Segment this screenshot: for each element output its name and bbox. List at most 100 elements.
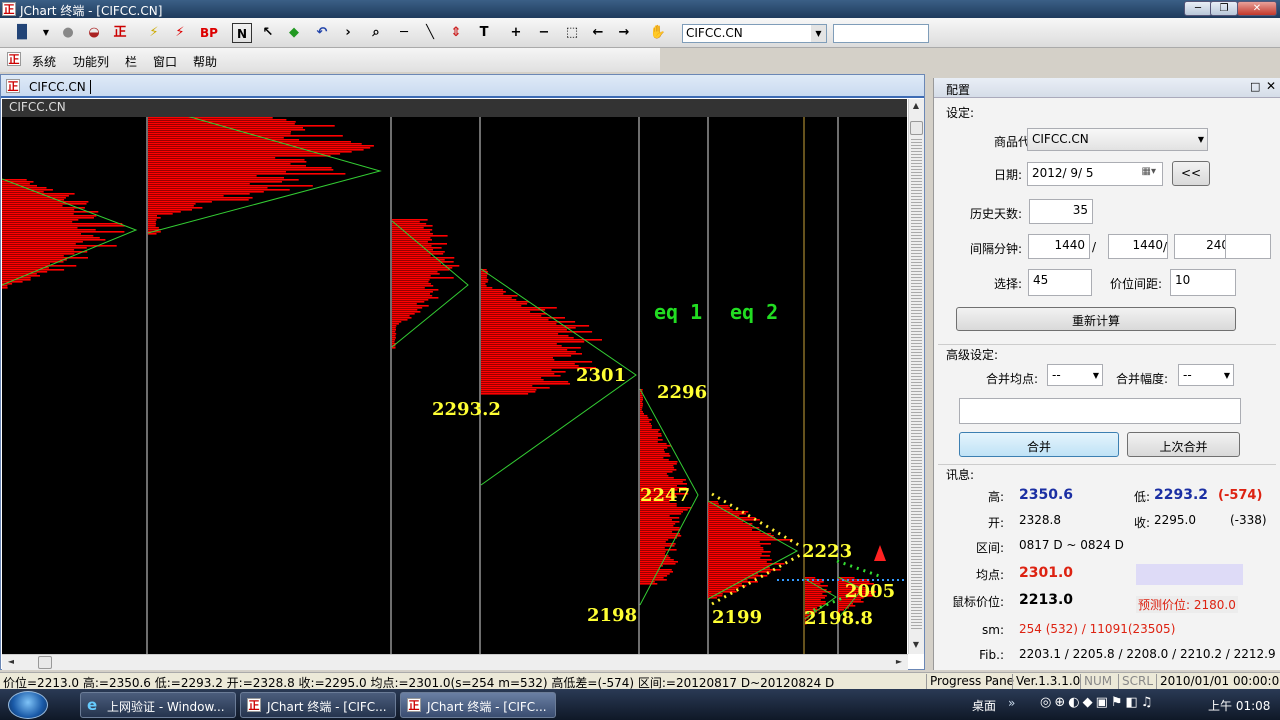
profile-bar bbox=[148, 141, 351, 143]
profile-bar bbox=[148, 227, 159, 229]
profile-bar bbox=[805, 595, 827, 597]
scroll-down-icon[interactable]: ▼ bbox=[909, 638, 923, 652]
desktop-toolbar[interactable]: 桌面 bbox=[972, 697, 996, 714]
plus-icon[interactable]: + bbox=[506, 23, 526, 43]
profile-bar bbox=[481, 363, 575, 365]
horizontal-scroll-thumb[interactable] bbox=[38, 656, 52, 669]
close-value: 2295.0 bbox=[1154, 513, 1196, 527]
menu-system[interactable]: 系统 bbox=[32, 53, 56, 70]
menu-help[interactable]: 帮助 bbox=[193, 53, 217, 70]
menu-bar-item[interactable]: 栏 bbox=[125, 53, 137, 70]
close-button[interactable]: ✕ bbox=[1237, 1, 1277, 16]
next-icon[interactable]: › bbox=[338, 23, 358, 43]
text-tool-icon[interactable]: T bbox=[474, 23, 494, 43]
spacing-input[interactable]: 10 bbox=[1170, 269, 1236, 296]
date-back-button[interactable]: << bbox=[1172, 161, 1210, 186]
status-datetime: 2010/01/01 00:00:00 bbox=[1156, 674, 1280, 689]
profile-bar bbox=[392, 233, 433, 235]
arrow-updown-icon[interactable]: ⇕ bbox=[446, 23, 466, 43]
task-jchart-2[interactable]: 正 JChart 终端 - [CIFC... bbox=[400, 692, 556, 718]
profile-bar bbox=[481, 321, 576, 323]
profile-bar bbox=[392, 277, 454, 279]
profile-bar bbox=[708, 557, 761, 559]
hline-icon[interactable]: ─ bbox=[394, 23, 414, 43]
menu-window[interactable]: 窗口 bbox=[153, 53, 177, 70]
profile-bar bbox=[148, 161, 307, 163]
panel-close-icon[interactable]: ✕ bbox=[1266, 79, 1276, 93]
vertical-scroll-thumb[interactable] bbox=[910, 121, 923, 135]
helmet-icon[interactable]: ◒ bbox=[84, 23, 104, 43]
search-input[interactable] bbox=[833, 24, 929, 43]
merge-range-select[interactable]: -- ▼ bbox=[1178, 364, 1234, 386]
clock: 上午 01:08 bbox=[1208, 699, 1271, 713]
profile-bar bbox=[148, 221, 156, 223]
chevron-down-icon[interactable]: ▼ bbox=[36, 23, 56, 43]
logo-button-icon[interactable]: 正 bbox=[110, 23, 130, 43]
right-arrow-icon[interactable]: → bbox=[614, 23, 634, 43]
restore-button[interactable]: ❐ bbox=[1210, 1, 1238, 16]
interval-label: 间隔分钟: bbox=[969, 242, 1022, 256]
hand-icon[interactable]: ✋ bbox=[648, 23, 668, 43]
n-button[interactable]: N bbox=[232, 23, 252, 43]
profile-bar bbox=[2, 243, 76, 245]
panel-restore-icon[interactable]: □ bbox=[1250, 80, 1260, 93]
symbol-select[interactable]: CIFCC.CN ▼ bbox=[682, 24, 827, 43]
profile-bar bbox=[481, 287, 493, 289]
horizontal-scrollbar[interactable]: ◄ ► bbox=[2, 654, 908, 670]
zoom-icon[interactable]: ⌕ bbox=[366, 23, 386, 43]
left-arrow-icon[interactable]: ← bbox=[588, 23, 608, 43]
lightning-yellow-icon[interactable]: ⚡ bbox=[144, 23, 164, 43]
minimize-button[interactable]: ─ bbox=[1184, 1, 1212, 16]
interval-input-4[interactable] bbox=[1225, 234, 1271, 259]
scroll-right-icon[interactable]: ► bbox=[892, 655, 906, 669]
merge-button[interactable]: 合并 bbox=[959, 432, 1119, 457]
cursor-icon[interactable]: ↖ bbox=[258, 23, 278, 43]
record-icon[interactable]: ● bbox=[58, 23, 78, 43]
symbol-select-value: CIFCC.CN bbox=[686, 26, 743, 40]
scroll-left-icon[interactable]: ◄ bbox=[4, 655, 18, 669]
vertical-scrollbar[interactable]: ▲ ▼ bbox=[908, 99, 924, 654]
profile-bar bbox=[148, 209, 192, 211]
profile-bar bbox=[708, 553, 762, 555]
profile-bar bbox=[640, 573, 670, 575]
lightning-red-icon[interactable]: ⚡ bbox=[170, 23, 190, 43]
merge-text-input[interactable] bbox=[959, 398, 1241, 424]
start-button[interactable] bbox=[8, 691, 48, 719]
profile-bar bbox=[392, 273, 440, 275]
minus-icon[interactable]: − bbox=[534, 23, 554, 43]
profile-bar bbox=[481, 293, 504, 295]
task-browser[interactable]: e 上网验证 - Window... bbox=[80, 692, 236, 718]
date-value: 2012/ 9/ 5 bbox=[1032, 166, 1094, 180]
calendar-icon[interactable]: ▦▾ bbox=[1142, 166, 1156, 177]
chart-area[interactable]: 230122962293.222472223221020052198219921… bbox=[2, 99, 907, 654]
chart-tab[interactable]: 正 CIFCC.CN bbox=[1, 75, 924, 98]
date-picker[interactable]: 2012/ 9/ 5 ▦▾ bbox=[1027, 162, 1163, 186]
profile-bar bbox=[392, 253, 444, 255]
task-jchart-1[interactable]: 正 JChart 终端 - [CIFC... bbox=[240, 692, 396, 718]
tray-icons[interactable]: ◎⊕◐◆▣⚑◧♫ bbox=[1040, 695, 1155, 710]
tray-chevrons-icon[interactable]: » bbox=[1008, 696, 1015, 710]
profile-bar bbox=[481, 353, 582, 355]
trendline-icon[interactable]: ╲ bbox=[420, 23, 440, 43]
last-merge-button[interactable]: 上次合并 bbox=[1127, 432, 1240, 457]
profile-bar bbox=[481, 285, 487, 287]
interval-input-1[interactable]: 1440 bbox=[1028, 234, 1090, 259]
profile-bar bbox=[481, 361, 593, 363]
profile-bar bbox=[148, 159, 305, 161]
menu-functions[interactable]: 功能列 bbox=[73, 53, 109, 70]
select-rect-icon[interactable]: ⬚ bbox=[562, 23, 582, 43]
chart-type-icon[interactable]: ▐▌ bbox=[12, 23, 32, 43]
task-jchart-2-label: JChart 终端 - [CIFC... bbox=[427, 700, 547, 714]
interval-input-2[interactable]: 1440 bbox=[1108, 234, 1168, 259]
scroll-up-icon[interactable]: ▲ bbox=[909, 99, 923, 113]
cube-icon[interactable]: ◆ bbox=[284, 23, 304, 43]
bp-button[interactable]: BP bbox=[196, 23, 222, 43]
panel-symbol-select[interactable]: CIFCC.CN ▼ bbox=[1027, 128, 1208, 151]
undo-icon[interactable]: ↶ bbox=[312, 23, 332, 43]
history-days-input[interactable]: 35 bbox=[1029, 199, 1093, 224]
recalculate-button[interactable]: 重新计算 bbox=[956, 307, 1236, 331]
profile-bar bbox=[708, 533, 771, 535]
profile-bar bbox=[392, 275, 431, 277]
profile-bar bbox=[2, 233, 81, 235]
select-input[interactable]: 45 bbox=[1028, 269, 1092, 296]
